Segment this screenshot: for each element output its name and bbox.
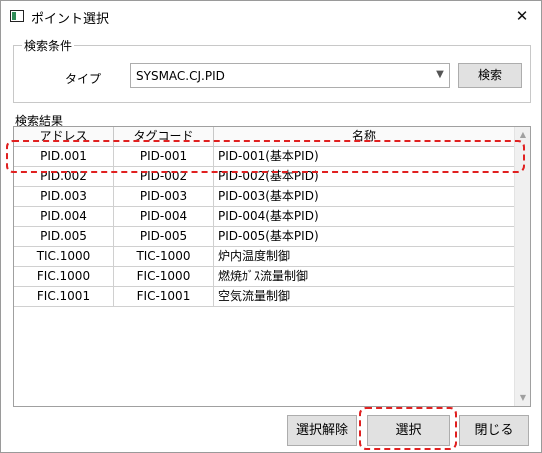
cell-name: PID-005(基本PID) xyxy=(218,229,319,243)
scroll-up-icon[interactable]: ▲ xyxy=(515,127,530,143)
cell-tag-code: PID-005 xyxy=(114,227,214,247)
point-select-dialog: ポイント選択 ✕ 検索条件 タイプ SYSMAC.CJ.PID ▼ 検索 検索結… xyxy=(0,0,542,453)
vertical-scrollbar[interactable]: ▲ ▼ xyxy=(514,127,530,406)
select-button[interactable]: 選択 xyxy=(367,415,450,446)
cell-name: PID-004(基本PID) xyxy=(218,209,319,223)
cell-tag-code: PID-001 xyxy=(114,147,214,167)
cell-address: PID.004 xyxy=(14,207,114,227)
cell-tag-code: FIC-1001 xyxy=(114,287,214,307)
table-row[interactable]: TIC.1000 TIC-1000 炉内温度制御 xyxy=(14,247,514,267)
cell-address: FIC.1001 xyxy=(14,287,114,307)
cell-name: PID-001(基本PID) xyxy=(218,149,319,163)
cell-tag-code: PID-004 xyxy=(114,207,214,227)
cell-address: PID.005 xyxy=(14,227,114,247)
title-bar: ポイント選択 ✕ xyxy=(1,1,541,32)
cell-tag-code: PID-003 xyxy=(114,187,214,207)
search-conditions-group: 検索条件 タイプ SYSMAC.CJ.PID ▼ 検索 xyxy=(13,37,531,103)
type-label: タイプ xyxy=(65,72,102,86)
cell-address: PID.001 xyxy=(14,147,114,167)
close-icon[interactable]: ✕ xyxy=(507,2,537,30)
column-header-tag-code[interactable]: タグコード xyxy=(114,127,214,147)
column-header-address[interactable]: アドレス xyxy=(14,127,114,147)
cell-tag-code: TIC-1000 xyxy=(114,247,214,267)
dropdown-arrow-icon[interactable]: ▼ xyxy=(434,69,446,81)
cell-address: TIC.1000 xyxy=(14,247,114,267)
deselect-button[interactable]: 選択解除 xyxy=(287,415,357,446)
search-conditions-label: 検索条件 xyxy=(22,37,75,54)
window-title: ポイント選択 xyxy=(31,12,110,27)
results-grid: アドレス タグコード 名称 PID.001 PID-001 PID-001(基本… xyxy=(13,126,531,407)
cell-tag-code: PID-002 xyxy=(114,167,214,187)
table-row[interactable]: PID.004 PID-004 PID-004(基本PID) xyxy=(14,207,514,227)
cell-name: 燃焼ｶﾞｽ流量制御 xyxy=(218,269,309,283)
table-row[interactable]: PID.002 PID-002 PID-002(基本PID) xyxy=(14,167,514,187)
cell-name: 炉内温度制御 xyxy=(218,249,291,263)
app-icon xyxy=(10,10,24,22)
table-row[interactable]: PID.005 PID-005 PID-005(基本PID) xyxy=(14,227,514,247)
cell-address: PID.002 xyxy=(14,167,114,187)
cell-address: FIC.1000 xyxy=(14,267,114,287)
cell-address: PID.003 xyxy=(14,187,114,207)
search-button[interactable]: 検索 xyxy=(458,63,522,88)
cell-name: PID-002(基本PID) xyxy=(218,169,319,183)
close-button[interactable]: 閉じる xyxy=(459,415,529,446)
cell-tag-code: FIC-1000 xyxy=(114,267,214,287)
scroll-down-icon[interactable]: ▼ xyxy=(515,390,530,406)
type-select-value: SYSMAC.CJ.PID xyxy=(136,69,225,83)
table-row[interactable]: PID.001 PID-001 PID-001(基本PID) xyxy=(14,147,514,167)
cell-name: 空気流量制御 xyxy=(218,289,291,303)
type-select[interactable]: SYSMAC.CJ.PID ▼ xyxy=(130,63,450,88)
table-row[interactable]: FIC.1001 FIC-1001 空気流量制御 xyxy=(14,287,514,307)
cell-name: PID-003(基本PID) xyxy=(218,189,319,203)
column-header-name[interactable]: 名称 xyxy=(214,127,514,147)
grid-header: アドレス タグコード 名称 xyxy=(14,127,514,147)
table-row[interactable]: FIC.1000 FIC-1000 燃焼ｶﾞｽ流量制御 xyxy=(14,267,514,287)
table-row[interactable]: PID.003 PID-003 PID-003(基本PID) xyxy=(14,187,514,207)
